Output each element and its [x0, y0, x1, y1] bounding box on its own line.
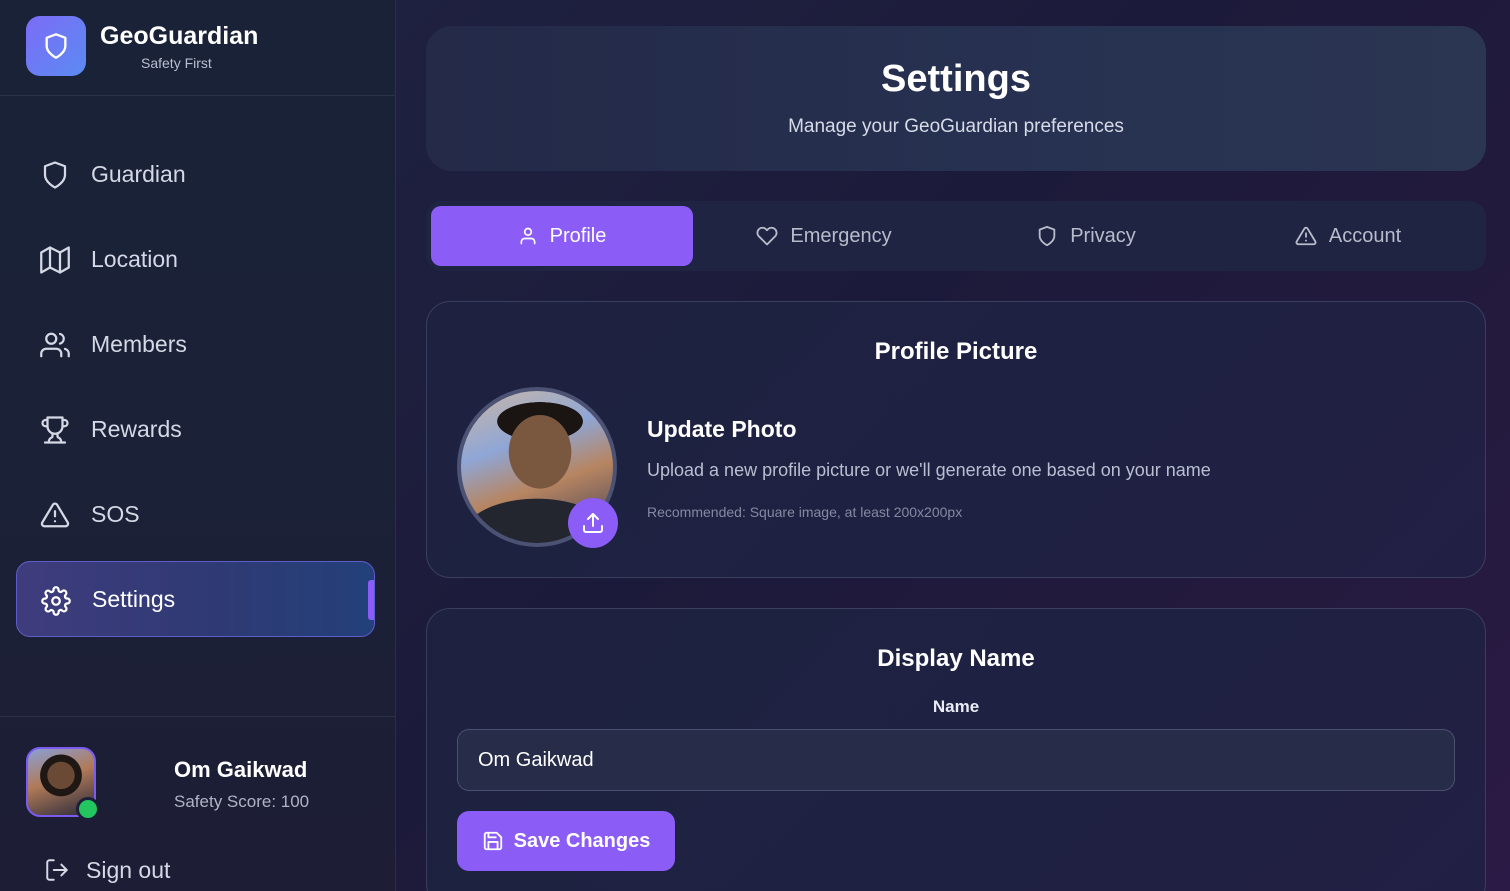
- sidebar-item-guardian[interactable]: Guardian: [16, 136, 375, 212]
- save-button[interactable]: Save Changes: [457, 811, 675, 871]
- tab-profile[interactable]: Profile: [431, 206, 693, 266]
- save-button-label: Save Changes: [513, 829, 651, 852]
- alert-triangle-icon: [40, 502, 70, 528]
- alert-triangle-icon: [1295, 226, 1317, 246]
- map-icon: [40, 246, 70, 274]
- sidebar: GeoGuardian Safety First Guardian Locati…: [0, 0, 396, 891]
- shield-icon: [45, 33, 67, 59]
- sign-out-label: Sign out: [86, 856, 171, 883]
- online-status-dot: [76, 797, 100, 821]
- shield-icon: [1038, 225, 1056, 247]
- upload-photo-button[interactable]: [568, 498, 618, 548]
- heart-icon: [756, 226, 778, 246]
- sidebar-item-label: Members: [91, 330, 187, 357]
- sidebar-item-label: SOS: [91, 500, 140, 527]
- tab-label: Account: [1328, 224, 1402, 247]
- brand-logo[interactable]: [26, 16, 86, 76]
- user-name: Om Gaikwad: [174, 757, 308, 782]
- sidebar-item-label: Rewards: [91, 415, 182, 442]
- log-out-icon: [46, 859, 68, 881]
- brand-tagline: Safety First: [141, 55, 212, 71]
- name-input[interactable]: [457, 729, 1455, 791]
- update-photo-description: Upload a new profile picture or we'll ge…: [647, 460, 1211, 480]
- upload-icon: [583, 513, 603, 533]
- gear-icon: [41, 586, 71, 616]
- tab-label: Privacy: [1070, 224, 1136, 247]
- card-title: Display Name: [877, 645, 1035, 672]
- trophy-icon: [41, 416, 69, 444]
- update-photo-hint: Recommended: Square image, at least 200x…: [647, 504, 963, 520]
- page-subtitle: Manage your GeoGuardian preferences: [788, 116, 1124, 137]
- page-title: Settings: [881, 58, 1031, 100]
- settings-tabs: Profile Emergency Privacy Account: [426, 201, 1486, 271]
- main-content: Settings Manage your GeoGuardian prefere…: [396, 0, 1510, 891]
- safety-score: Safety Score: 100: [174, 792, 310, 811]
- display-name-card: Display Name Name Save Changes: [426, 608, 1486, 891]
- sidebar-item-label: Settings: [92, 585, 176, 612]
- page-header: Settings Manage your GeoGuardian prefere…: [426, 26, 1486, 171]
- tab-privacy[interactable]: Privacy: [955, 206, 1217, 266]
- sidebar-item-settings[interactable]: Settings: [16, 561, 375, 637]
- card-title: Profile Picture: [874, 338, 1038, 365]
- shield-icon: [43, 161, 67, 189]
- active-indicator: [368, 580, 374, 620]
- update-photo-title: Update Photo: [647, 416, 797, 442]
- brand-name: GeoGuardian: [100, 22, 259, 50]
- sidebar-item-location[interactable]: Location: [16, 221, 375, 297]
- sign-out-button[interactable]: Sign out: [44, 855, 170, 885]
- tab-account[interactable]: Account: [1217, 206, 1479, 266]
- tab-label: Emergency: [790, 224, 892, 247]
- sidebar-item-members[interactable]: Members: [16, 306, 375, 382]
- name-field-label: Name: [932, 697, 980, 716]
- sidebar-item-label: Guardian: [91, 160, 186, 187]
- save-icon: [483, 831, 502, 851]
- brand-header: GeoGuardian Safety First: [0, 0, 395, 96]
- tab-emergency[interactable]: Emergency: [693, 206, 955, 266]
- users-icon: [40, 332, 70, 358]
- profile-picture-card: Profile Picture Update Photo Upload a ne…: [426, 301, 1486, 578]
- sidebar-item-label: Location: [91, 245, 178, 272]
- sidebar-item-sos[interactable]: SOS: [16, 476, 375, 552]
- sidebar-item-rewards[interactable]: Rewards: [16, 391, 375, 467]
- user-profile-block: Om Gaikwad Safety Score: 100 Sign out: [0, 716, 395, 891]
- app-window: GeoGuardian Safety First Guardian Locati…: [0, 0, 1510, 891]
- user-icon: [520, 227, 536, 245]
- tab-label: Profile: [549, 224, 607, 247]
